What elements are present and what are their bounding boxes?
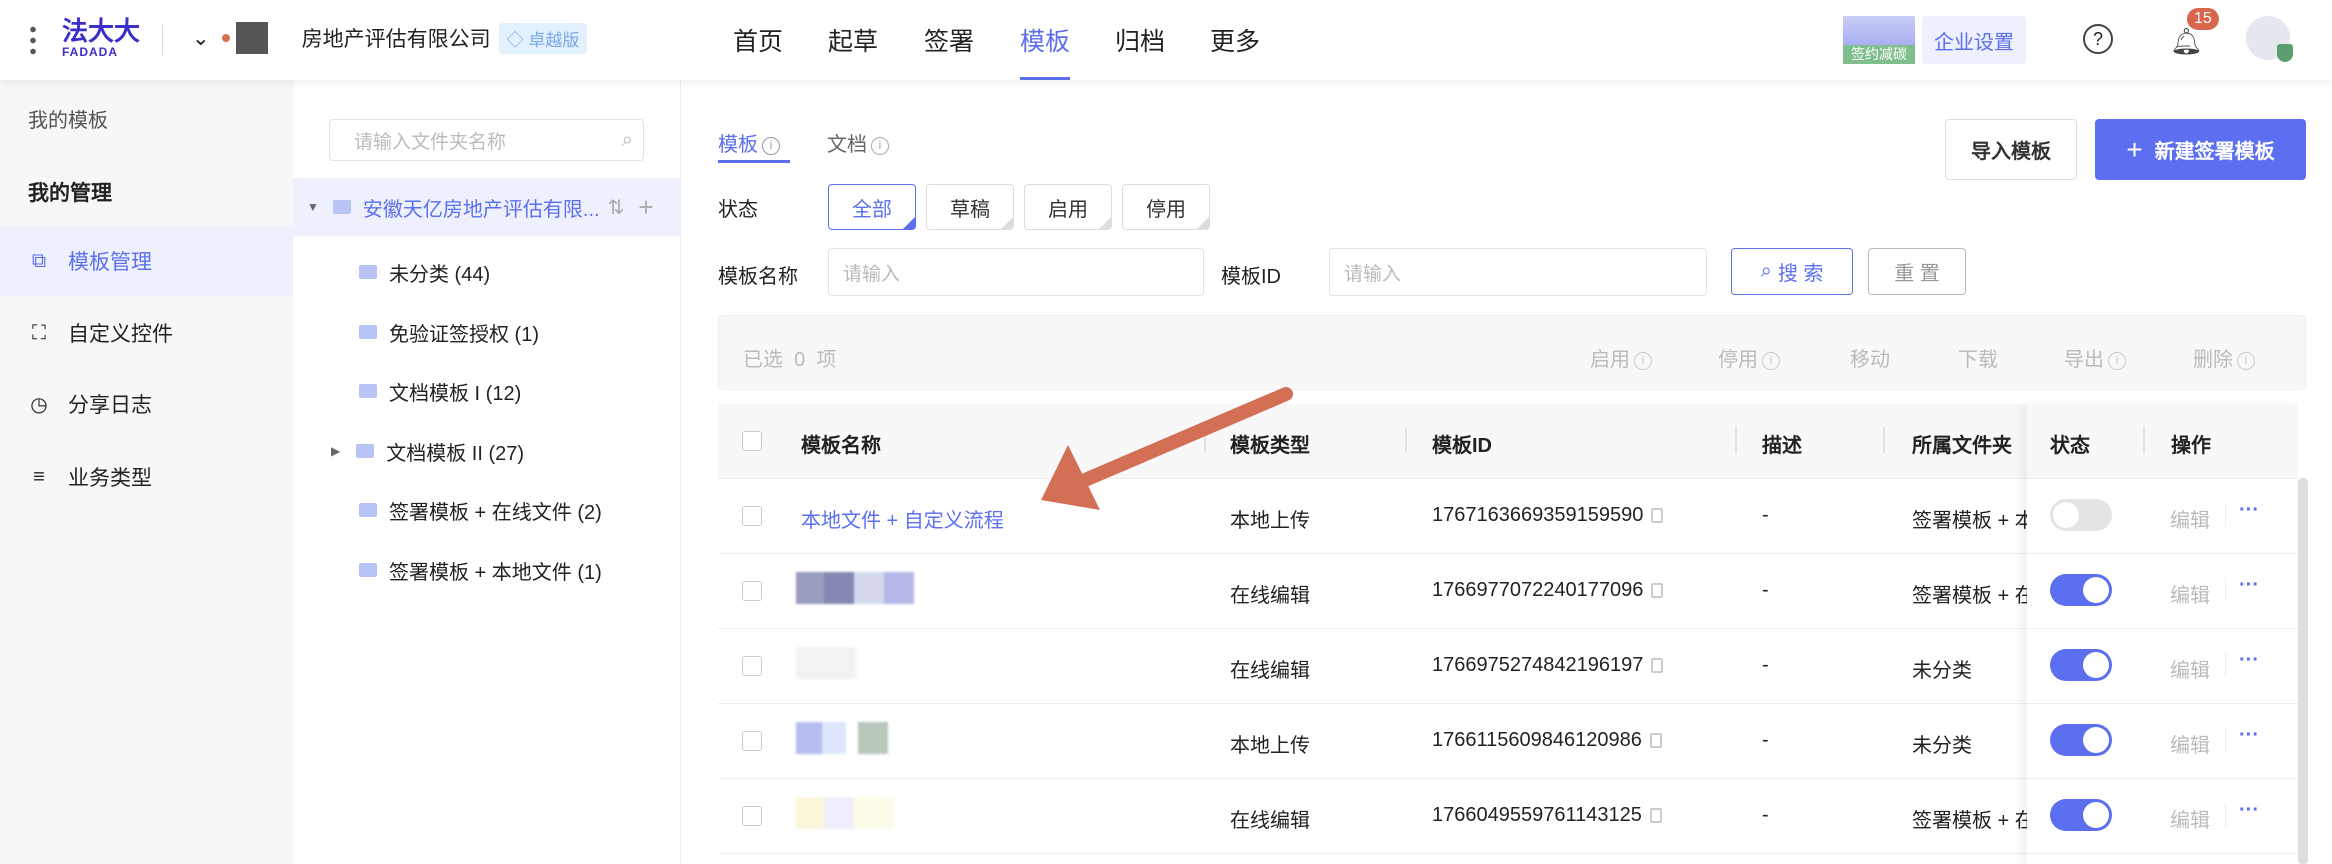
annotation-arrow — [1041, 387, 1293, 510]
